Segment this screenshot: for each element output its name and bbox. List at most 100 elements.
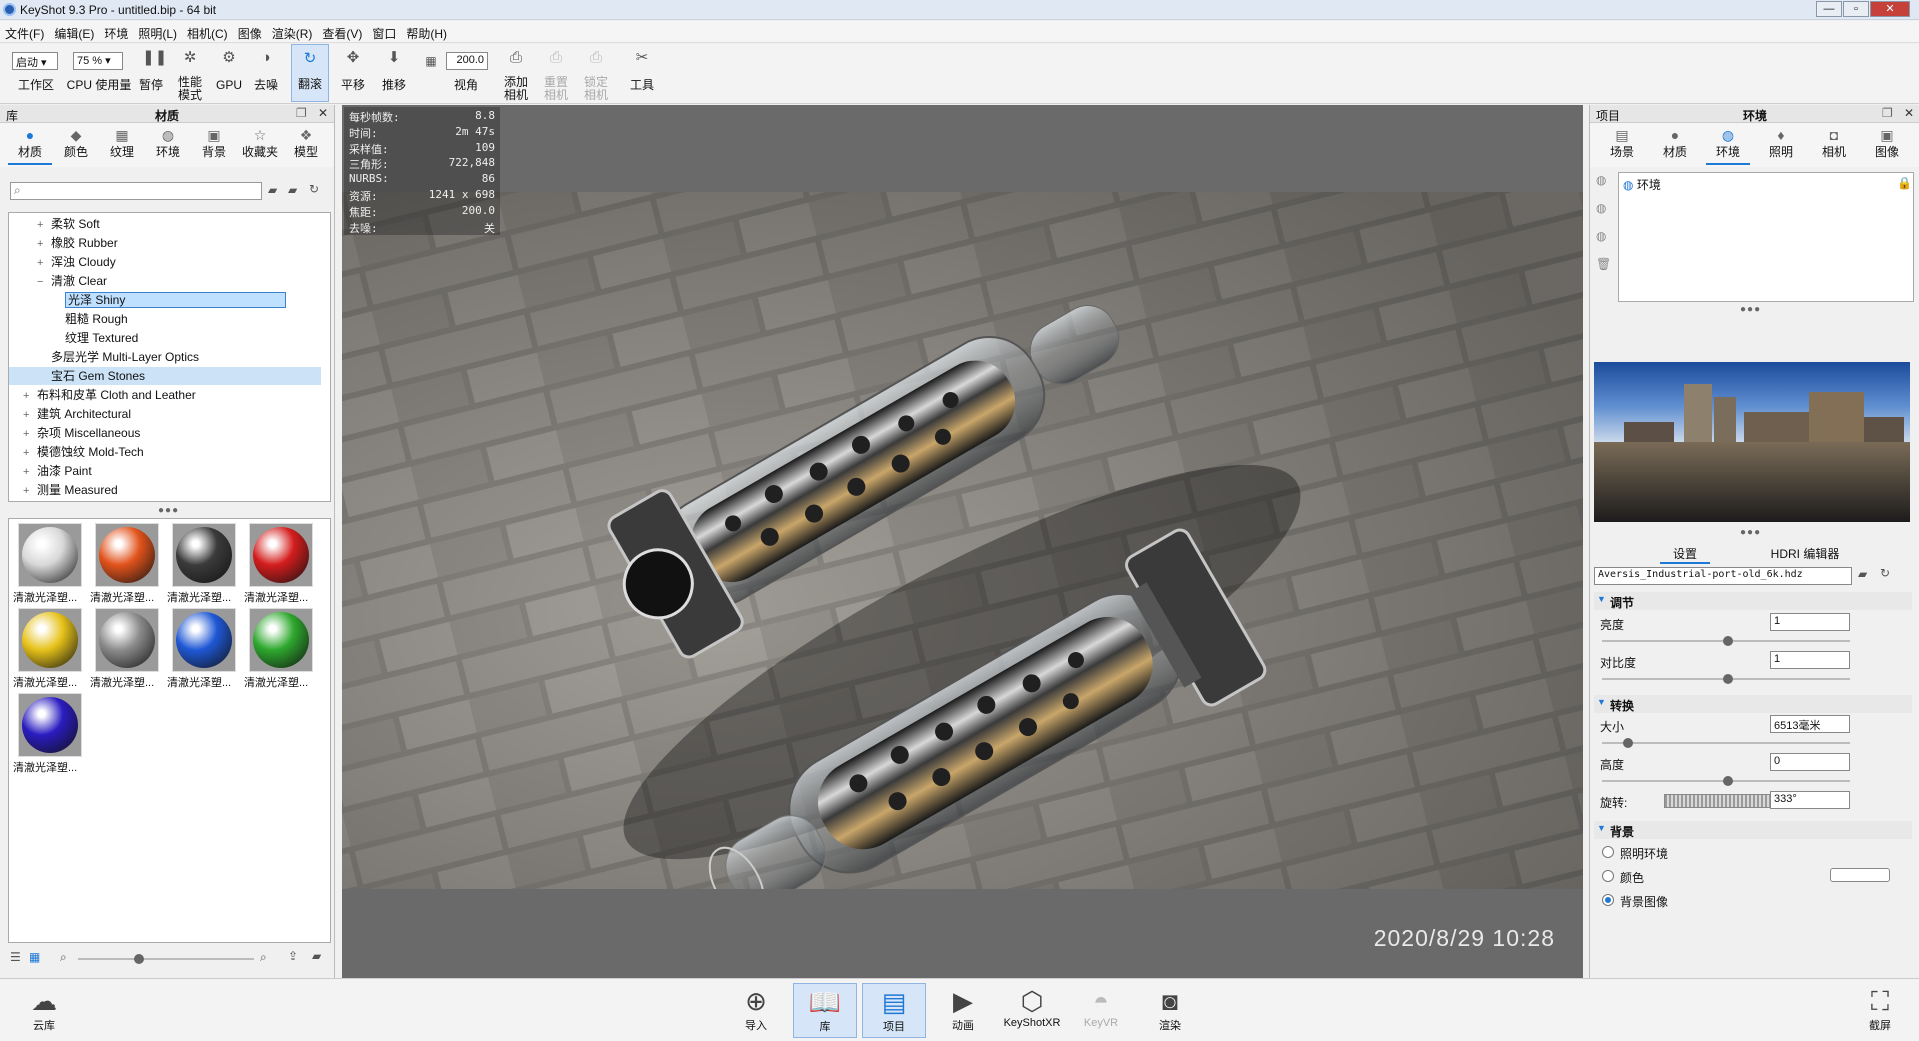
- lock-camera-button[interactable]: ⎙ 锁定 相机: [578, 44, 614, 102]
- menu-environment[interactable]: 环境: [99, 21, 133, 42]
- tree-item[interactable]: 粗糙 Rough: [9, 310, 321, 328]
- tree-item[interactable]: + 柔软 Soft: [9, 215, 321, 233]
- dolly-button[interactable]: ⬇ 推移: [375, 44, 413, 102]
- menu-image[interactable]: 图像: [233, 21, 267, 42]
- close-panel-icon[interactable]: ✕: [318, 106, 328, 120]
- splitter-handle[interactable]: ●●●: [1740, 304, 1761, 315]
- radio-color[interactable]: [1602, 870, 1614, 882]
- rotation-input[interactable]: 333°: [1770, 791, 1850, 809]
- tools-button[interactable]: ✂ 工具: [622, 44, 662, 102]
- background-color-swatch[interactable]: [1830, 868, 1890, 882]
- tab-materials[interactable]: ● 材质: [8, 125, 52, 165]
- tab-favorites[interactable]: ☆ 收藏夹: [238, 125, 282, 165]
- material-thumbnail[interactable]: 清澈光泽塑...: [90, 521, 164, 604]
- rendered-scene-image[interactable]: [342, 192, 1583, 889]
- section-transform-header[interactable]: ▼ 转换: [1594, 695, 1912, 713]
- minimize-button[interactable]: —: [1816, 1, 1842, 17]
- tab-camera[interactable]: ◘ 相机: [1812, 125, 1856, 165]
- collapse-icon[interactable]: −: [37, 273, 47, 291]
- material-thumbnail[interactable]: 清澈光泽塑...: [167, 521, 241, 604]
- denoise-button[interactable]: ◑ 去噪: [248, 44, 284, 102]
- import-button[interactable]: ⊕ 导入: [724, 983, 788, 1038]
- menu-view[interactable]: 查看(V): [317, 21, 367, 42]
- tree-item[interactable]: + 测量 Measured: [9, 481, 321, 499]
- delete-icon[interactable]: 🗑: [1596, 257, 1611, 271]
- expand-icon[interactable]: +: [37, 235, 47, 253]
- tree-item[interactable]: + 建筑 Architectural: [9, 405, 321, 423]
- float-panel-icon[interactable]: ❐: [1882, 106, 1893, 120]
- keyvr-button[interactable]: ◓ KeyVR: [1069, 983, 1133, 1038]
- environment-list-item[interactable]: ◍ 环境: [1621, 176, 1911, 192]
- expand-icon[interactable]: +: [23, 444, 33, 462]
- tree-item[interactable]: + 模德蚀纹 Mold-Tech: [9, 443, 321, 461]
- tab-scene[interactable]: ▤ 场景: [1600, 125, 1644, 165]
- hdri-preview-image[interactable]: [1594, 362, 1910, 522]
- keyshotxr-button[interactable]: ⬡ KeyShotXR: [1000, 983, 1064, 1038]
- rotation-dial[interactable]: [1664, 794, 1778, 808]
- animation-button[interactable]: ▶ 动画: [931, 983, 995, 1038]
- tree-item[interactable]: 宝石 Gem Stones: [9, 367, 321, 385]
- contrast-input[interactable]: 1: [1770, 651, 1850, 669]
- expand-icon[interactable]: +: [23, 482, 33, 500]
- tab-environment[interactable]: ◍ 环境: [1706, 125, 1750, 165]
- material-thumbnail[interactable]: 清澈光泽塑...: [13, 691, 87, 774]
- screenshot-button[interactable]: ⛶ 截屏: [1848, 983, 1912, 1038]
- copy-environment-icon[interactable]: ◍: [1596, 229, 1606, 243]
- expand-icon[interactable]: +: [23, 406, 33, 424]
- folder-open-icon[interactable]: ▰: [1858, 567, 1867, 581]
- add-environment-icon[interactable]: ◍: [1596, 173, 1606, 187]
- material-thumbnail[interactable]: 清澈光泽塑...: [13, 606, 87, 689]
- tab-backplates[interactable]: ▣ 背景: [192, 125, 236, 165]
- lock-icon[interactable]: 🔒: [1897, 176, 1912, 190]
- zoom-in-icon[interactable]: ⌕: [260, 950, 267, 965]
- library-search-input[interactable]: ⌕: [10, 182, 262, 200]
- material-thumbnail[interactable]: 清澈光泽塑...: [244, 521, 318, 604]
- tab-textures[interactable]: ▦ 纹理: [100, 125, 144, 165]
- expand-icon[interactable]: +: [37, 216, 47, 234]
- subtab-settings[interactable]: 设置: [1660, 545, 1710, 564]
- brightness-slider[interactable]: [1602, 636, 1850, 646]
- size-input[interactable]: 6513毫米: [1770, 715, 1850, 733]
- performance-mode-button[interactable]: ✲ 性能 模式: [170, 44, 210, 102]
- tab-material[interactable]: ● 材质: [1653, 125, 1697, 165]
- tree-item[interactable]: + 油漆 Paint: [9, 462, 321, 480]
- height-slider[interactable]: [1602, 776, 1850, 786]
- tree-item[interactable]: 多层光学 Multi-Layer Optics: [9, 348, 321, 366]
- tree-item[interactable]: + 布料和皮革 Cloth and Leather: [9, 386, 321, 404]
- tree-item[interactable]: + 杂项 Miscellaneous: [9, 424, 321, 442]
- add-camera-button[interactable]: ⎙ 添加 相机: [498, 44, 534, 102]
- folder-add-icon[interactable]: ▰: [288, 183, 297, 197]
- menu-file[interactable]: 文件(F): [0, 21, 49, 42]
- tree-item[interactable]: − 清澈 Clear: [9, 272, 321, 290]
- radio-lighting-environment[interactable]: [1602, 846, 1614, 858]
- maximize-button[interactable]: ▫: [1843, 1, 1869, 17]
- material-thumbnail[interactable]: 清澈光泽塑...: [244, 606, 318, 689]
- list-view-icon[interactable]: ☰: [10, 950, 21, 964]
- brightness-input[interactable]: 1: [1770, 613, 1850, 631]
- material-thumbnail[interactable]: 清澈光泽塑...: [13, 521, 87, 604]
- tab-colors[interactable]: ◆ 颜色: [54, 125, 98, 165]
- refresh-icon[interactable]: ↻: [1880, 566, 1890, 580]
- section-adjust-header[interactable]: ▼ 调节: [1594, 592, 1912, 610]
- cloud-library-button[interactable]: ☁ 云库: [12, 983, 76, 1038]
- contrast-slider[interactable]: [1602, 674, 1850, 684]
- size-slider[interactable]: [1602, 738, 1850, 748]
- tab-models[interactable]: ❖ 模型: [284, 125, 328, 165]
- radio-background-image[interactable]: [1602, 894, 1614, 906]
- zoom-out-icon[interactable]: ⌕: [60, 950, 67, 965]
- render-viewport[interactable]: 每秒帧数: 8.8 时间: 2m 47s 采样值: 109 三角形: 722,848 NURBS…: [342, 105, 1583, 978]
- pause-button[interactable]: ❚❚ 暂停: [134, 44, 168, 102]
- close-panel-icon[interactable]: ✕: [1904, 106, 1914, 120]
- menu-render[interactable]: 渲染(R): [267, 21, 318, 42]
- reset-camera-button[interactable]: ⎙ 重置 相机: [538, 44, 574, 102]
- upload-icon[interactable]: ⇪: [288, 949, 298, 963]
- tree-item[interactable]: 纹理 Textured: [9, 329, 321, 347]
- tree-item[interactable]: + 浑浊 Cloudy: [9, 253, 321, 271]
- folder-icon[interactable]: ▰: [312, 949, 321, 963]
- expand-icon[interactable]: +: [37, 254, 47, 272]
- refresh-icon[interactable]: ↻: [309, 182, 319, 196]
- tab-lighting[interactable]: ♦ 照明: [1759, 125, 1803, 165]
- render-button[interactable]: ◙ 渲染: [1138, 983, 1202, 1038]
- menu-camera[interactable]: 相机(C): [182, 21, 233, 42]
- grid-view-icon[interactable]: ▦: [29, 950, 40, 964]
